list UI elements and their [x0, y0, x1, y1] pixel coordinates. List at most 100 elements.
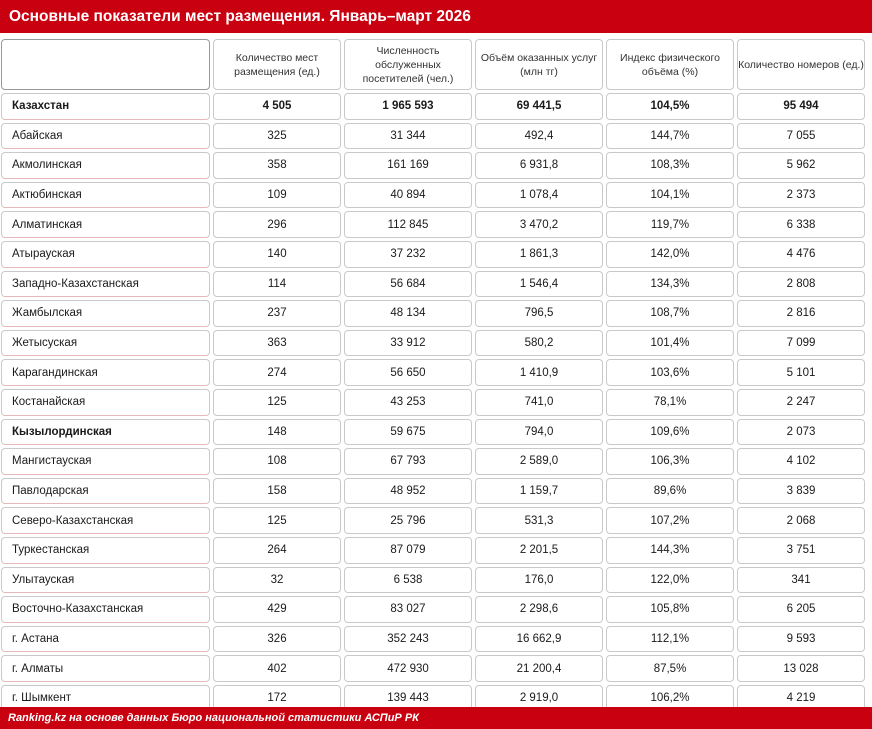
value-cell: 5 101 [737, 359, 865, 386]
column-header: Индекс физического объёма (%) [606, 39, 734, 90]
value-cell: 112,1% [606, 625, 734, 653]
value-cell: 472 930 [344, 655, 472, 682]
region-name-cell: Жамбылская [1, 300, 210, 327]
table-row: Кызылординская 148 59 675 794,0 109,6% 2 073 [1, 418, 865, 446]
value-cell: 3 751 [737, 536, 865, 564]
value-cell: 2 373 [737, 181, 865, 209]
column-header: Количество номеров (ед.) [737, 39, 865, 90]
value-cell: 6 205 [737, 596, 865, 623]
value-cell: 4 102 [737, 448, 865, 475]
value-cell: 531,3 [475, 507, 603, 534]
table-row: Казахстан 4 505 1 965 593 69 441,5 104,5% 95 … [1, 93, 865, 120]
table-row: г. Алматы 402 472 930 21 200,4 87,5% 13 028 [1, 655, 865, 682]
value-cell: 69 441,5 [475, 93, 603, 120]
value-cell: 2 201,5 [475, 536, 603, 564]
table-container: Количество мест размещения (ед.) Численно… [1, 39, 871, 714]
value-cell: 326 [213, 625, 341, 653]
table-row: Мангистауская 108 67 793 2 589,0 106,3% 4 102 [1, 448, 865, 475]
value-cell: 6 338 [737, 211, 865, 238]
table-row: г. Астана 326 352 243 16 662,9 112,1% 9 593 [1, 625, 865, 653]
value-cell: 119,7% [606, 211, 734, 238]
value-cell: 95 494 [737, 93, 865, 120]
region-name-cell: Мангистауская [1, 448, 210, 475]
table-row: Карагандинская 274 56 650 1 410,9 103,6% 5 10… [1, 359, 865, 386]
value-cell: 144,3% [606, 536, 734, 564]
value-cell: 56 684 [344, 270, 472, 298]
value-cell: 59 675 [344, 418, 472, 446]
value-cell: 108,7% [606, 300, 734, 327]
value-cell: 363 [213, 329, 341, 357]
value-cell: 144,7% [606, 122, 734, 150]
value-cell: 3 470,2 [475, 211, 603, 238]
value-cell: 1 410,9 [475, 359, 603, 386]
region-name-cell: Актюбинская [1, 181, 210, 209]
value-cell: 109 [213, 181, 341, 209]
value-cell: 104,5% [606, 93, 734, 120]
value-cell: 78,1% [606, 388, 734, 416]
table-row: Акмолинская 358 161 169 6 931,8 108,3% 5 962 [1, 152, 865, 179]
value-cell: 7 055 [737, 122, 865, 150]
page-title: Основные показатели мест размещения. Янв… [0, 0, 872, 33]
region-name-cell: Улытауская [1, 566, 210, 594]
table-header: Количество мест размещения (ед.) Численно… [1, 39, 865, 90]
value-cell: 2 808 [737, 270, 865, 298]
value-cell: 148 [213, 418, 341, 446]
table-row: Улытауская 32 6 538 176,0 122,0% 341 [1, 566, 865, 594]
value-cell: 114 [213, 270, 341, 298]
value-cell: 142,0% [606, 240, 734, 268]
value-cell: 796,5 [475, 300, 603, 327]
value-cell: 161 169 [344, 152, 472, 179]
value-cell: 352 243 [344, 625, 472, 653]
column-header: Численность обслуженных посетителей (чел… [344, 39, 472, 90]
table-row: Абайская 325 31 344 492,4 144,7% 7 055 [1, 122, 865, 150]
header-row: Количество мест размещения (ед.) Численно… [1, 39, 865, 90]
value-cell: 40 894 [344, 181, 472, 209]
value-cell: 87,5% [606, 655, 734, 682]
value-cell: 158 [213, 477, 341, 505]
table-row: Алматинская 296 112 845 3 470,2 119,7% 6 338 [1, 211, 865, 238]
value-cell: 794,0 [475, 418, 603, 446]
table-row: Восточно-Казахстанская 429 83 027 2 298,6 10… [1, 596, 865, 623]
value-cell: 4 505 [213, 93, 341, 120]
header-corner-cell [1, 39, 210, 90]
value-cell: 25 796 [344, 507, 472, 534]
table-row: Западно-Казахстанская 114 56 684 1 546,4 134… [1, 270, 865, 298]
source-note: Ranking.kz на основе данных Бюро национа… [0, 707, 872, 729]
value-cell: 67 793 [344, 448, 472, 475]
value-cell: 341 [737, 566, 865, 594]
value-cell: 112 845 [344, 211, 472, 238]
region-name-cell: Туркестанская [1, 536, 210, 564]
region-name-cell: Павлодарская [1, 477, 210, 505]
page: Основные показатели мест размещения. Янв… [0, 0, 872, 729]
value-cell: 31 344 [344, 122, 472, 150]
region-name-cell: Абайская [1, 122, 210, 150]
value-cell: 2 247 [737, 388, 865, 416]
value-cell: 43 253 [344, 388, 472, 416]
value-cell: 741,0 [475, 388, 603, 416]
value-cell: 580,2 [475, 329, 603, 357]
region-name-cell: Алматинская [1, 211, 210, 238]
region-name-cell: Северо-Казахстанская [1, 507, 210, 534]
value-cell: 33 912 [344, 329, 472, 357]
table-row: Костанайская 125 43 253 741,0 78,1% 2 247 [1, 388, 865, 416]
value-cell: 2 068 [737, 507, 865, 534]
value-cell: 2 589,0 [475, 448, 603, 475]
value-cell: 1 861,3 [475, 240, 603, 268]
value-cell: 48 952 [344, 477, 472, 505]
value-cell: 105,8% [606, 596, 734, 623]
value-cell: 21 200,4 [475, 655, 603, 682]
table-row: Актюбинская 109 40 894 1 078,4 104,1% 2 373 [1, 181, 865, 209]
value-cell: 176,0 [475, 566, 603, 594]
region-name-cell: Костанайская [1, 388, 210, 416]
value-cell: 134,3% [606, 270, 734, 298]
value-cell: 9 593 [737, 625, 865, 653]
value-cell: 1 546,4 [475, 270, 603, 298]
value-cell: 1 159,7 [475, 477, 603, 505]
value-cell: 32 [213, 566, 341, 594]
region-name-cell: Атырауская [1, 240, 210, 268]
value-cell: 48 134 [344, 300, 472, 327]
column-header: Количество мест размещения (ед.) [213, 39, 341, 90]
value-cell: 358 [213, 152, 341, 179]
region-name-cell: Жетысуская [1, 329, 210, 357]
value-cell: 1 965 593 [344, 93, 472, 120]
